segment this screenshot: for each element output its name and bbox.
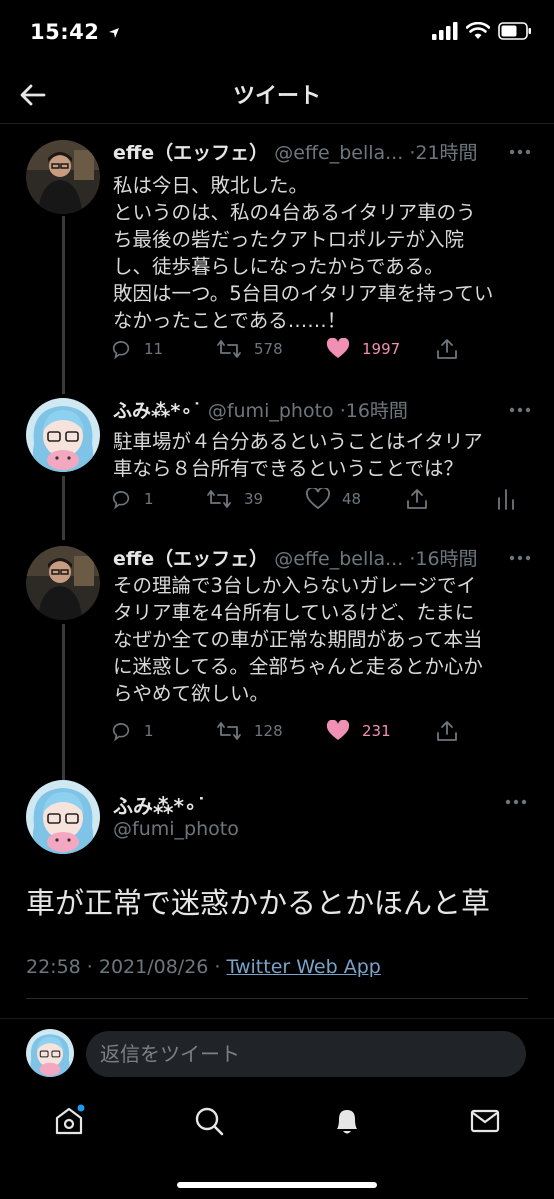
tweet-time: ·21時間 [409,142,478,164]
tweet-actions: 1 128 231 [110,720,534,750]
like-count: 1997 [362,340,401,358]
location-arrow-icon [109,28,120,38]
status-bar: 15:42 [0,0,554,66]
heart-filled-icon [326,720,350,740]
reply-icon [112,341,130,360]
more-options-icon[interactable] [508,398,532,422]
display-name[interactable]: effe（エッフェ） [113,142,268,164]
reply-icon [112,723,130,742]
reply-icon [112,491,130,510]
display-name[interactable]: effe（エッフェ） [113,548,268,570]
retweet-count: 578 [254,340,283,358]
user-handle[interactable]: @effe_bella... [274,142,403,164]
current-user-avatar [26,1029,74,1077]
retweet-icon [217,722,241,740]
like-count: 231 [362,722,391,740]
wifi-icon [466,22,490,39]
avatar-effe[interactable] [26,140,100,214]
status-icons [432,22,532,40]
like-button[interactable]: 1997 [326,338,400,360]
main-tweet-name[interactable]: ふみ⁂*∘˙ [113,790,206,819]
heart-filled-icon [326,338,350,358]
share-icon [437,339,457,359]
page-title: ツイート [232,84,321,109]
tweet-time: ·16時間 [409,548,478,570]
tweet-text: 駐車場が４台分あるということはイタリア 車なら８台所有できるということでは？ [113,430,483,480]
avatar-effe[interactable] [26,546,100,620]
user-handle[interactable]: @effe_bella... [274,548,403,570]
retweet-button[interactable]: 128 [216,720,283,742]
tweet-source-link[interactable]: Twitter Web App [227,956,381,978]
main-tweet-avatar[interactable] [26,780,100,854]
top-navigation: ツイート [0,66,554,124]
home-indicator [177,1182,377,1188]
share-icon [437,721,457,741]
share-button[interactable] [406,488,428,510]
display-name[interactable]: ふみ⁂*∘˙ [113,400,202,422]
search-icon[interactable] [192,1104,226,1138]
heart-outline-icon [306,488,330,510]
tweet-3[interactable]: effe（エッフェ） @effe_bella... ·16時間 その理論で3台し… [0,544,554,764]
avatar-fumi[interactable] [26,398,100,472]
tweet-text: その理論で3台しか入らないガレージでイ タリア車を4台所有しているけど、たまに なぜ… [113,574,483,705]
retweet-count: 128 [254,722,283,740]
reply-input[interactable] [86,1031,526,1077]
retweet-icon [207,490,231,508]
analytics-icon [498,489,514,510]
share-button[interactable] [436,720,458,742]
user-handle[interactable]: @fumi_photo [208,400,334,422]
tweet-2[interactable]: ふみ⁂*∘˙ @fumi_photo ·16時間 駐車場が４台分あるということは… [0,396,554,526]
reply-count: 1 [144,490,154,508]
share-button[interactable] [436,338,458,360]
status-time: 15:42 [30,20,121,44]
battery-icon [498,22,531,40]
main-tweet-meta: 22:58 · 2021/08/26 · Twitter Web App [26,956,381,978]
retweet-button[interactable]: 578 [216,338,283,360]
retweet-count: 39 [244,490,264,508]
reply-count: 1 [144,722,154,740]
notifications-bell-icon[interactable] [330,1104,364,1138]
more-options-icon[interactable] [504,790,528,814]
tweet-datetime: 22:58 · 2021/08/26 · [26,956,227,978]
messages-envelope-icon[interactable] [468,1104,502,1138]
tweet-actions: 11 578 1997 [110,338,534,368]
tweet-actions: 1 39 48 [110,488,534,518]
like-button[interactable]: 48 [306,488,361,510]
retweet-icon [217,340,241,358]
tweet-time: ·16時間 [339,400,408,422]
reply-count: 11 [144,340,164,358]
tweet-text: 私は今日、敗北した。 というのは、私の4台あるイタリア車のう ち最後の砦だったクアト… [113,174,494,332]
analytics-button[interactable] [496,488,516,510]
more-options-icon[interactable] [508,140,532,164]
like-count: 48 [342,490,362,508]
divider [26,998,528,999]
reply-button[interactable]: 1 [110,488,154,510]
reply-button[interactable]: 11 [110,338,163,360]
main-tweet-text: 車が正常で迷惑かかるとかほんと草 [26,886,491,920]
home-icon[interactable] [52,1104,86,1138]
reply-bar [0,1018,554,1090]
reply-button[interactable]: 1 [110,720,154,742]
retweet-button[interactable]: 39 [206,488,263,510]
tweet-header: effe（エッフェ） @effe_bella... ·21時間 [113,138,534,166]
like-button[interactable]: 231 [326,720,391,742]
more-options-icon[interactable] [508,546,532,570]
tweet-header: effe（エッフェ） @effe_bella... ·16時間 [113,544,534,572]
signal-icon [432,22,458,40]
main-tweet-handle[interactable]: @fumi_photo [113,818,239,840]
share-icon [407,489,427,509]
tweet-1[interactable]: effe（エッフェ） @effe_bella... ·21時間 私は今日、敗北し… [0,138,554,378]
tweet-header: ふみ⁂*∘˙ @fumi_photo ·16時間 [113,396,534,424]
